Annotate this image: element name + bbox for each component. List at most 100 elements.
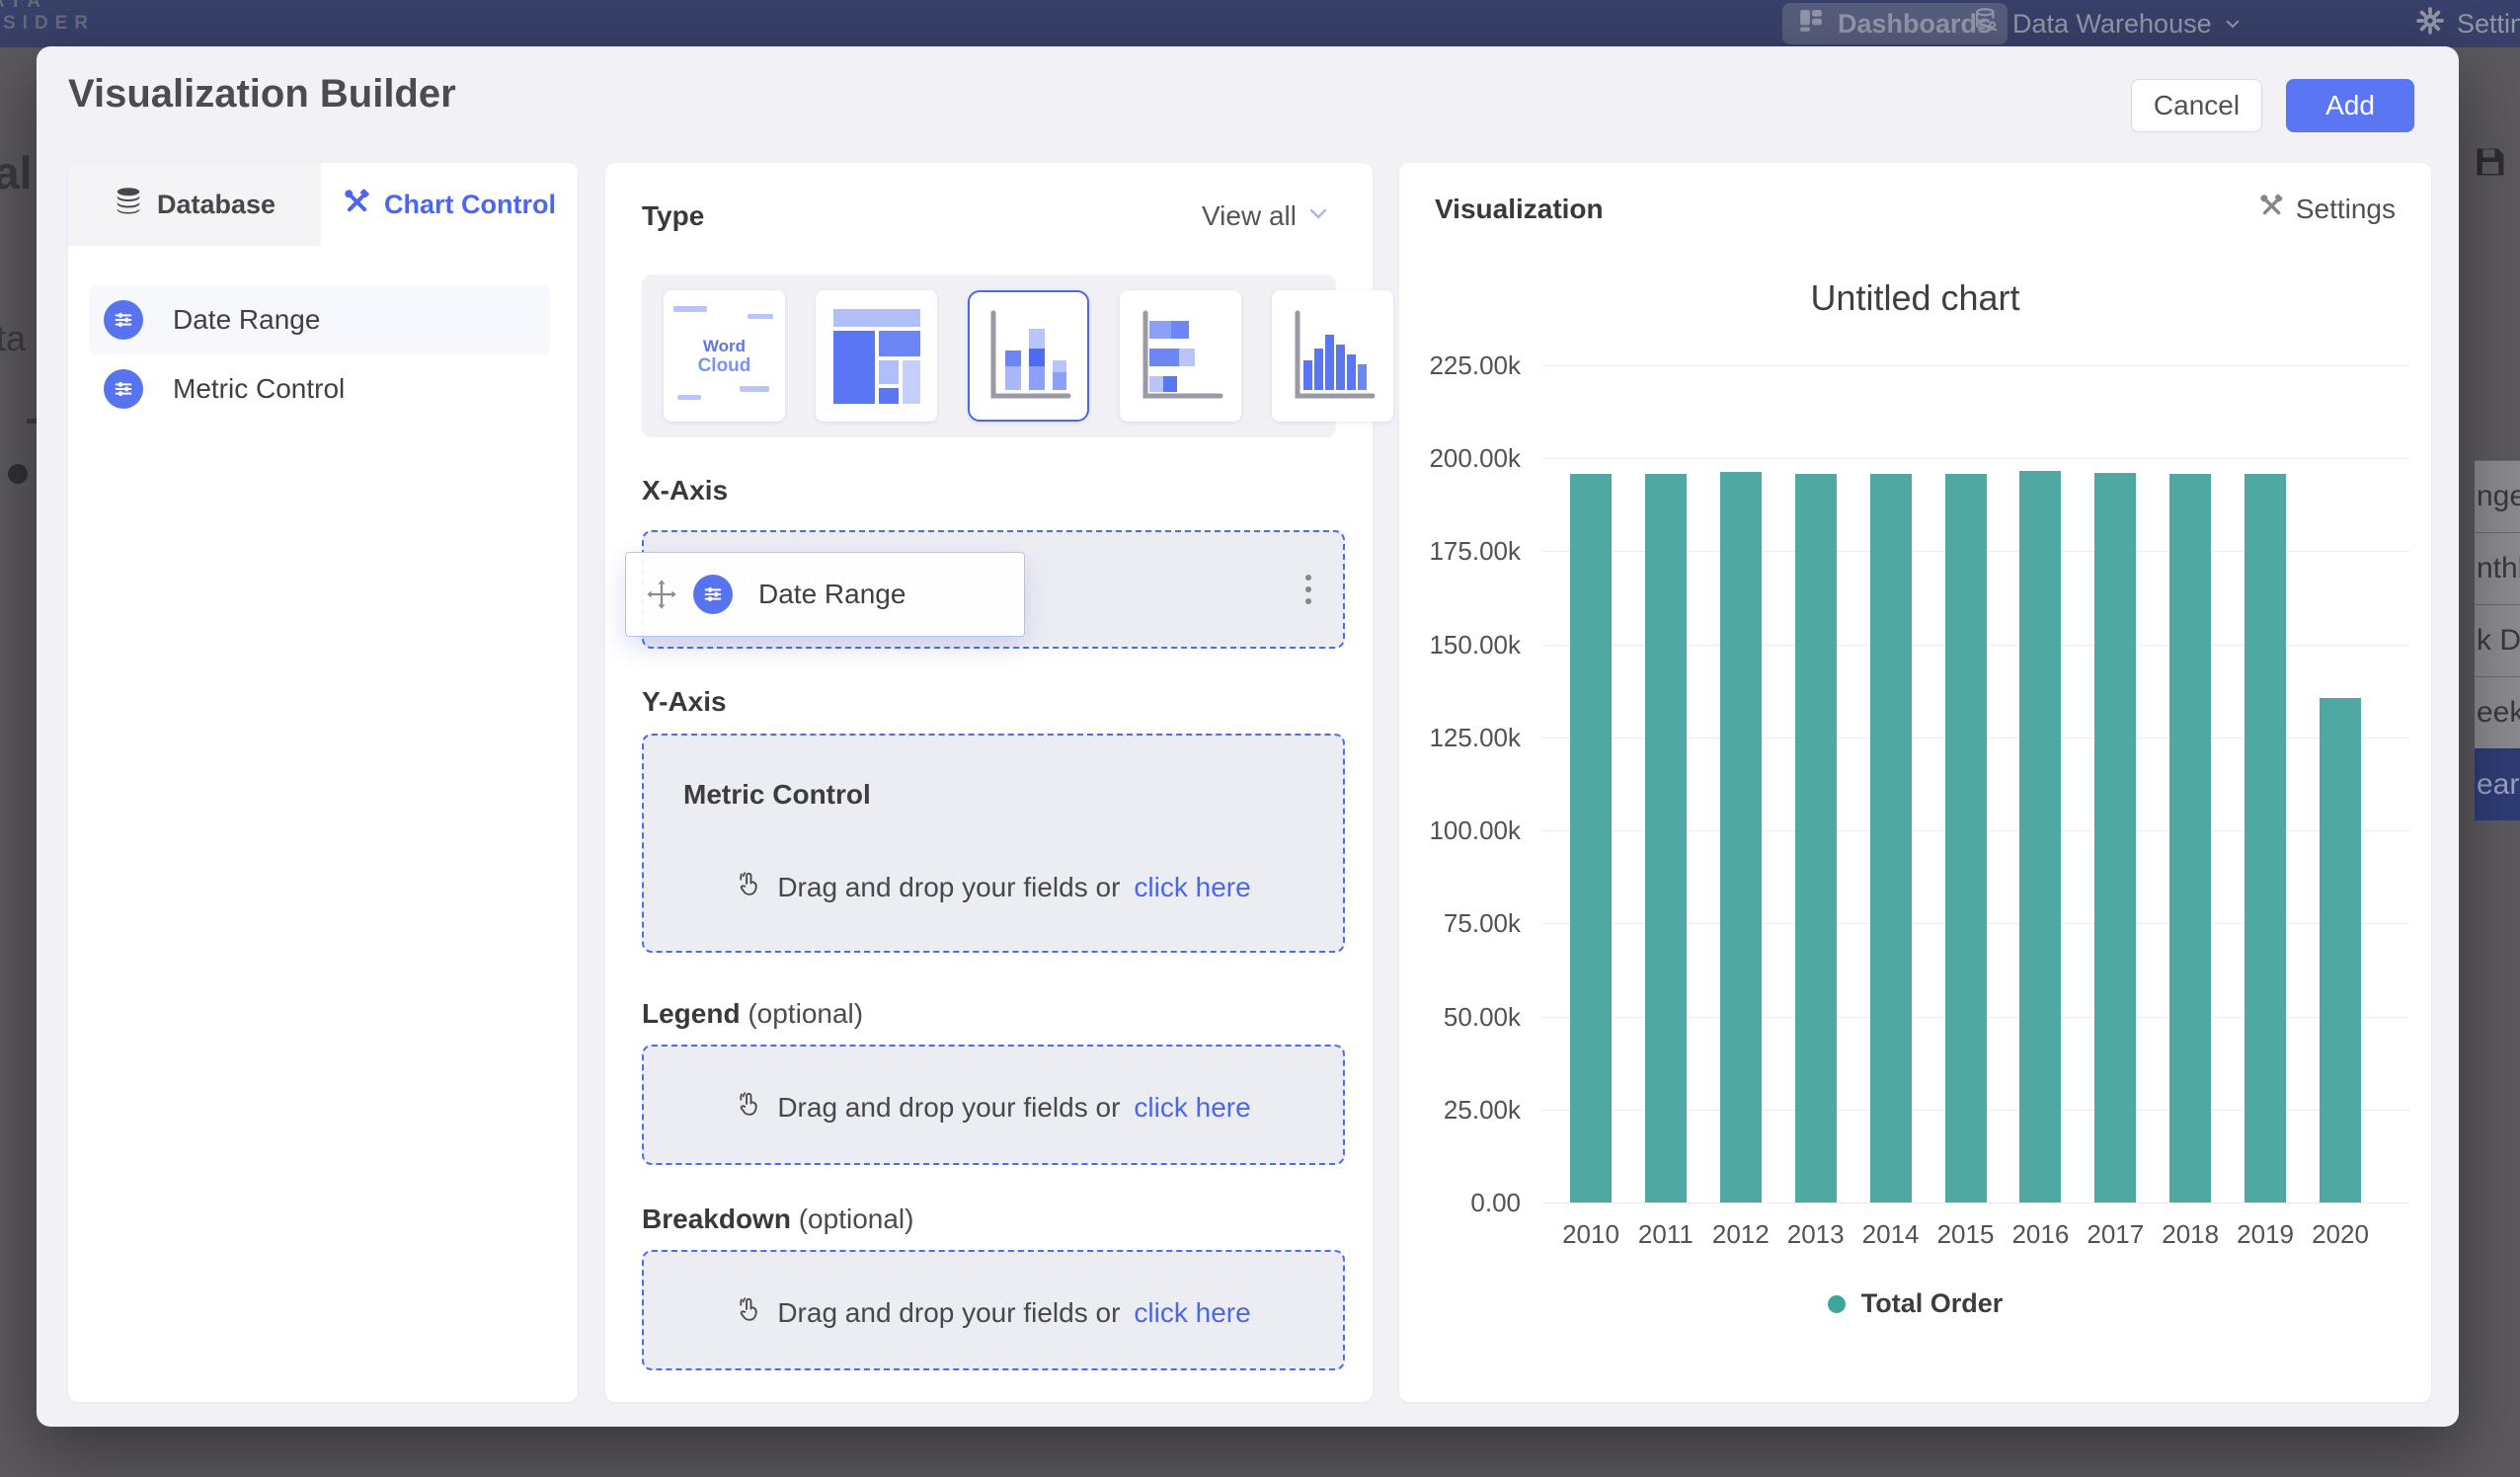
fields-panel: Database Chart Control Date RangeMetric …: [68, 163, 578, 1402]
app-logo: DATA INSIDER: [0, 0, 95, 35]
view-all-label: View all: [1202, 200, 1297, 232]
nav-item-label: Data Warehouse: [2012, 9, 2212, 39]
click-here-link[interactable]: click here: [1134, 1092, 1250, 1124]
chart-type-horizontal-bar[interactable]: [1120, 290, 1241, 422]
bar-2017: [2094, 473, 2136, 1203]
visualization-header: Visualization: [1435, 194, 1604, 225]
column-icon: [1288, 307, 1378, 406]
field-item-date-range[interactable]: Date Range: [89, 285, 550, 354]
add-button[interactable]: Add: [2286, 79, 2414, 132]
nav-item-settings[interactable]: Settings: [2415, 0, 2520, 47]
warehouse-icon: [1973, 7, 2001, 41]
drop-hint-text: Drag and drop your fields or: [777, 872, 1120, 903]
gridline: [1542, 1203, 2409, 1204]
x-axis-tick: 2018: [2151, 1219, 2230, 1250]
x-axis-label: X-Axis: [642, 475, 728, 506]
y-axis-tick: 175.00k: [1419, 536, 1521, 567]
drop-hint-text: Drag and drop your fields or: [777, 1092, 1120, 1124]
background-heading-fragment: al: [0, 146, 32, 199]
gridline: [1542, 365, 2409, 366]
chart-type-stacked-column[interactable]: [968, 290, 1089, 422]
x-axis-tick: 2019: [2226, 1219, 2305, 1250]
legend-dropzone[interactable]: Drag and drop your fields or click here: [642, 1045, 1345, 1165]
bar-2011: [1645, 474, 1687, 1203]
visualization-builder-modal: Visualization Builder Cancel Add Databas…: [37, 46, 2459, 1427]
x-axis-tick: 2012: [1701, 1219, 1780, 1250]
tab-chart-control-label: Chart Control: [384, 190, 556, 220]
chart-type-treemap[interactable]: [816, 290, 937, 422]
sliders-icon: [693, 575, 733, 614]
tap-hand-icon: [736, 1295, 763, 1330]
y-axis-tick: 150.00k: [1419, 630, 1521, 661]
bar-2018: [2169, 474, 2211, 1203]
background-menu-item: k Date: [2475, 604, 2520, 676]
bar-2013: [1795, 474, 1837, 1203]
database-icon: [114, 187, 143, 223]
view-all-dropdown[interactable]: View all: [1202, 200, 1330, 232]
x-axis-tick: 2014: [1851, 1219, 1930, 1250]
x-axis-tick: 2013: [1776, 1219, 1855, 1250]
settings-button[interactable]: Settings: [2258, 193, 2396, 225]
chevron-down-icon: [1306, 200, 1330, 232]
bar-2016: [2019, 471, 2061, 1203]
background-text-fragment: ta: [0, 318, 26, 359]
save-icon[interactable]: [2473, 144, 2508, 185]
modal-title: Visualization Builder: [68, 72, 456, 117]
legend-series-label: Total Order: [1861, 1288, 2004, 1319]
field-options-button[interactable]: [1299, 569, 1317, 610]
x-axis-tick: 2015: [1927, 1219, 2006, 1250]
treemap-icon: [831, 307, 922, 406]
y-axis-tick: 100.00k: [1419, 816, 1521, 846]
x-axis-tick: 2016: [2001, 1219, 2080, 1250]
cancel-button[interactable]: Cancel: [2131, 79, 2262, 132]
y-axis-tick: 50.00k: [1419, 1002, 1521, 1033]
bar-2014: [1870, 474, 1912, 1203]
x-axis-tick: 2020: [2301, 1219, 2380, 1250]
stacked-column-icon: [984, 307, 1074, 406]
sliders-icon: [104, 300, 143, 340]
word-cloud-preview: Word Cloud: [698, 337, 751, 376]
tab-database[interactable]: Database: [68, 163, 321, 246]
breakdown-section-label: Breakdown (optional): [642, 1204, 913, 1235]
bar-2020: [2320, 698, 2361, 1203]
bar-2012: [1720, 472, 1762, 1203]
nav-item-data-warehouse[interactable]: Data Warehouse: [1973, 0, 2242, 47]
gridline: [1542, 458, 2409, 459]
metric-control-label: Metric Control: [683, 779, 871, 811]
bar-2019: [2244, 474, 2286, 1203]
y-axis-dropzone[interactable]: Metric Control Drag and drop your fields…: [642, 734, 1345, 953]
breakdown-dropzone[interactable]: Drag and drop your fields or click here: [642, 1250, 1345, 1370]
background-menu-item: nthly: [2475, 532, 2520, 604]
y-axis-tick: 75.00k: [1419, 908, 1521, 939]
tab-chart-control[interactable]: Chart Control: [321, 163, 578, 246]
background-menu-item: eekly: [2475, 676, 2520, 748]
date-range-chip[interactable]: Date Range: [625, 552, 1025, 637]
panel-tabs: Database Chart Control: [68, 163, 578, 246]
x-axis-dropzone[interactable]: Date Range Date Range: [642, 530, 1345, 649]
nav-item-label: Dashboards: [1838, 9, 1992, 39]
screen: DATA INSIDER Dashboards Data Warehouse Set…: [0, 0, 2520, 1477]
legend-marker: [1828, 1295, 1846, 1313]
background-menu-item: ear: [2475, 748, 2520, 820]
chart-builder-panel: Type View all Word Cloud: [605, 163, 1373, 1402]
chart-type-column[interactable]: [1272, 290, 1393, 422]
chart-type-word-cloud[interactable]: Word Cloud: [664, 290, 785, 422]
bar-chart-plot: [1542, 365, 2409, 1203]
chart-title: Untitled chart: [1399, 277, 2431, 319]
nav-item-label: Settings: [2457, 9, 2520, 39]
tap-hand-icon: [736, 1090, 763, 1125]
click-here-link[interactable]: click here: [1134, 1297, 1250, 1329]
field-item-metric-control[interactable]: Metric Control: [89, 354, 550, 424]
bar-2010: [1570, 474, 1612, 1203]
x-axis-tick: 2017: [2076, 1219, 2155, 1250]
tap-hand-icon: [736, 870, 763, 904]
tools-icon: [2258, 193, 2284, 225]
horizontal-bar-icon: [1136, 307, 1226, 406]
visualization-panel: Visualization Settings Untitled chart 22…: [1399, 163, 2431, 1402]
chart-type-strip: Word Cloud: [642, 274, 1336, 437]
y-axis-tick: 200.00k: [1419, 443, 1521, 474]
top-nav-bar: DATA INSIDER Dashboards Data Warehouse Set…: [0, 0, 2520, 47]
click-here-link[interactable]: click here: [1134, 872, 1250, 903]
chip-label: Date Range: [758, 579, 906, 610]
type-label: Type: [642, 200, 704, 232]
